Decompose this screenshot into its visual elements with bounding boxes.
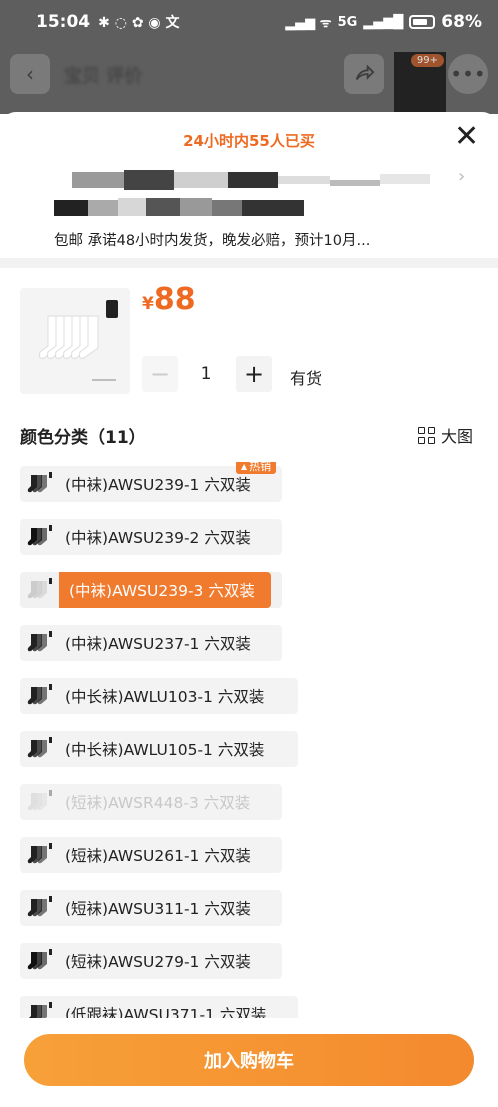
option-label: (中袜)AWSU239-3 六双装	[59, 572, 271, 608]
sku-sheet: 24小时内55人已买 ✕ › 包邮 承诺48小时内发货，晚发必赔，预计10月..…	[0, 112, 498, 1107]
chevron-left-icon: ‹	[26, 62, 34, 86]
shipping-info: 包邮 承诺48小时内发货，晚发必赔，预计10月...	[54, 233, 371, 249]
option-thumbnail	[23, 628, 57, 658]
grid-icon	[418, 426, 435, 444]
more-icon: •••	[450, 62, 486, 86]
minus-icon: −	[149, 360, 171, 388]
option-thumbnail	[23, 681, 57, 711]
option-label: (中袜)AWSU239-2 六双装	[65, 529, 251, 547]
status-time: 15:04	[36, 12, 91, 32]
option-thumbnail	[23, 575, 57, 605]
color-option[interactable]: (中袜)AWSU237-1 六双装	[20, 625, 282, 661]
notification-icons: ✱ ◌ ✿ ◉ 文	[98, 15, 180, 31]
option-label: (短袜)AWSU311-1 六双装	[65, 900, 251, 918]
color-option: (短袜)AWSR448-3 六双装	[20, 784, 282, 820]
option-label: (短袜)AWSR448-3 六双装	[65, 794, 251, 812]
color-option[interactable]: (中袜)AWSU239-2 六双装	[20, 519, 282, 555]
option-thumbnail	[23, 840, 57, 870]
color-option[interactable]: (短袜)AWSU261-1 六双装	[20, 837, 282, 873]
back-button[interactable]: ‹	[10, 54, 50, 94]
battery-icon	[409, 15, 436, 29]
option-label: (短袜)AWSU261-1 六双装	[65, 847, 251, 865]
signal-icon: ▂▄▆ ᯤ	[285, 16, 332, 31]
price-currency: ¥	[142, 294, 154, 314]
option-thumbnail	[23, 946, 57, 976]
option-label: (中长袜)AWLU105-1 六双装	[65, 741, 265, 759]
option-label: (短袜)AWSU279-1 六双装	[65, 953, 251, 971]
price: ¥88	[142, 282, 196, 317]
color-option[interactable]: (中袜)AWSU239-3 六双装	[20, 572, 282, 608]
cart-button[interactable]: 99+	[394, 52, 446, 112]
battery-percent: 68%	[441, 12, 482, 32]
color-option[interactable]: (中长袜)AWLU103-1 六双装	[20, 678, 298, 714]
option-thumbnail	[23, 893, 57, 923]
option-label: (中袜)AWSU237-1 六双装	[65, 635, 251, 653]
chevron-right-icon: ›	[458, 166, 466, 187]
option-thumbnail	[23, 522, 57, 552]
option-label: (中袜)AWSU239-1 六双装	[65, 476, 251, 494]
share-button[interactable]	[344, 54, 384, 94]
close-button[interactable]: ✕	[454, 122, 479, 152]
hot-badge: ▲ 热销	[236, 462, 277, 474]
sales-hint: 24小时内55人已买	[183, 132, 315, 150]
quantity-decrease-button[interactable]: −	[142, 356, 178, 392]
flame-icon: ▲	[241, 462, 248, 471]
option-thumbnail	[23, 787, 57, 817]
option-thumbnail	[23, 734, 57, 764]
quantity-value[interactable]: 1	[178, 356, 234, 392]
section-divider	[0, 258, 498, 268]
color-section-title: 颜色分类（11）	[20, 428, 146, 448]
color-options: (中袜)AWSU239-1 六双装 ▲ 热销 (中袜)AWSU239-2 六双装 (中袜…	[20, 462, 490, 1018]
option-label: (低跟袜)AWSU371-1 六双装	[65, 1006, 267, 1018]
close-icon: ✕	[454, 119, 480, 154]
cart-badge: 99+	[410, 54, 444, 67]
share-icon	[355, 64, 375, 81]
add-to-cart-button[interactable]: 加入购物车	[24, 1034, 474, 1086]
header-tabs[interactable]: 宝贝 评价	[64, 62, 142, 88]
product-header: ‹ 宝贝 评价 99+ •••	[0, 44, 498, 114]
color-option[interactable]: (短袜)AWSU279-1 六双装	[20, 943, 282, 979]
color-option[interactable]: (中长袜)AWLU105-1 六双装	[20, 731, 298, 767]
big-image-toggle[interactable]: 大图	[418, 423, 473, 447]
quantity-increase-button[interactable]: +	[236, 356, 272, 392]
product-image[interactable]	[20, 288, 130, 394]
signal-bars-icon: ▂▄▆█	[363, 14, 404, 30]
option-thumbnail	[23, 999, 57, 1018]
network-type: 5G	[337, 14, 358, 30]
socks-image	[39, 300, 118, 381]
hot-badge-label: 热销	[249, 462, 272, 473]
big-image-label: 大图	[441, 427, 474, 446]
option-thumbnail	[23, 469, 57, 499]
option-label: (中长袜)AWLU103-1 六双装	[65, 688, 265, 706]
price-value: 88	[153, 282, 196, 317]
plus-icon: +	[243, 360, 265, 388]
color-option[interactable]: (低跟袜)AWSU371-1 六双装	[20, 996, 298, 1018]
color-option[interactable]: (短袜)AWSU311-1 六双装	[20, 890, 282, 926]
color-option[interactable]: (中袜)AWSU239-1 六双装 ▲ 热销	[20, 462, 282, 502]
stock-status: 有货	[290, 369, 323, 388]
status-bar: 15:04 ✱ ◌ ✿ ◉ 文 ▂▄▆ ᯤ 5G ▂▄▆█ 68%	[0, 0, 498, 44]
more-button[interactable]: •••	[448, 54, 488, 94]
